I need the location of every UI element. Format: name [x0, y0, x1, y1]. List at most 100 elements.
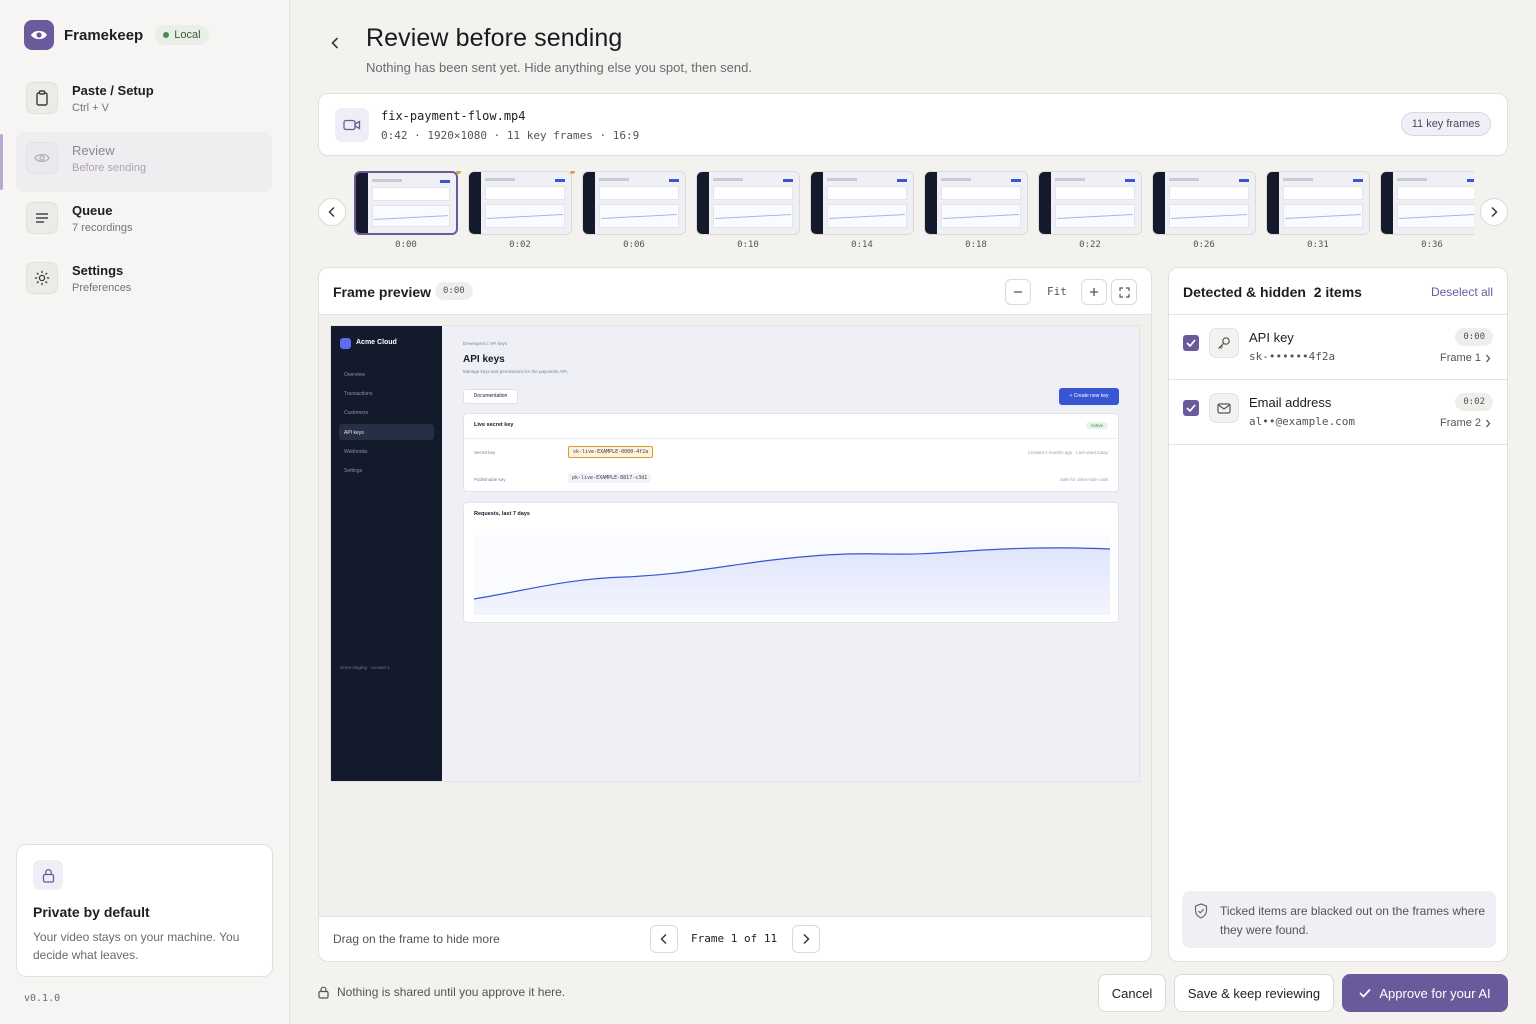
- thumbnail-part: [1011, 179, 1021, 182]
- frame-thumbnail[interactable]: [468, 171, 572, 235]
- clipboard-icon: [26, 82, 58, 114]
- sidebar-item-label: Review: [72, 143, 115, 158]
- frame-thumbnail[interactable]: [810, 171, 914, 235]
- filmstrip-frame[interactable]: 0:00: [354, 171, 461, 250]
- filmstrip-frame[interactable]: 0:18: [924, 171, 1028, 250]
- video-camera-icon: [335, 108, 369, 142]
- thumbnail-part: [1467, 179, 1474, 182]
- thumbnail-part: [1125, 179, 1135, 182]
- detected-item-checkbox[interactable]: [1183, 400, 1199, 416]
- frame-create-key-button: + Create new key: [1059, 388, 1119, 405]
- brand: Framekeep Local: [24, 20, 209, 50]
- detected-item-checkbox[interactable]: [1183, 335, 1199, 351]
- next-frame-button[interactable]: [792, 925, 820, 953]
- detected-item-frame-link[interactable]: Frame 1: [1440, 352, 1491, 364]
- thumbnail-part: [1381, 172, 1393, 234]
- frame-time-pill: 0:00: [435, 282, 473, 300]
- key-frames-badge: 11 key frames: [1400, 112, 1491, 136]
- app-version: v0.1.0: [24, 993, 61, 1004]
- frame-row-meta: Created 2 months ago · Last used today: [1027, 450, 1108, 455]
- frame-thumbnail[interactable]: [1266, 171, 1370, 235]
- redacted-secret-key[interactable]: sk-live-EXAMPLE-0000-4f2a: [568, 446, 654, 458]
- thumbnail-part: [1353, 179, 1363, 182]
- detected-item-frame-link[interactable]: Frame 2: [1440, 417, 1491, 429]
- thumbnail-part: [713, 178, 743, 181]
- approve-button[interactable]: Approve for your AI: [1342, 974, 1508, 1012]
- chevron-right-icon: [1486, 354, 1491, 362]
- filmstrip-frame[interactable]: 0:26: [1152, 171, 1256, 250]
- app-name: Framekeep: [64, 26, 144, 44]
- detected-title: Detected & hidden 2 items: [1183, 284, 1362, 300]
- frame-preview-header: Frame preview 0:00 Fit: [319, 268, 1151, 315]
- filmstrip-frame[interactable]: 0:14: [810, 171, 914, 250]
- frame-row-meta: Safe for client-side code: [1059, 477, 1108, 482]
- sidebar-item-sublabel: 7 recordings: [72, 222, 133, 234]
- zoom-out-button[interactable]: [1005, 279, 1031, 305]
- frame-app-sidebar: Acme Cloud Overview Transactions Custome…: [331, 326, 442, 781]
- private-by-default-card: Private by default Your video stays on y…: [16, 844, 273, 977]
- filmstrip-next-button[interactable]: [1480, 198, 1508, 226]
- frame-thumbnail-time: 0:02: [509, 240, 531, 250]
- sidebar-item-paste-setup[interactable]: Paste / Setup Ctrl + V: [16, 72, 272, 132]
- thumbnail-part: [783, 179, 793, 182]
- frame-thumbnail[interactable]: [696, 171, 800, 235]
- thumbnail-part: [827, 186, 907, 200]
- file-meta: 0:42 · 1920×1080 · 11 key frames · 16:9: [381, 129, 640, 142]
- filmstrip-frame[interactable]: 0:31: [1266, 171, 1370, 250]
- frame-canvas[interactable]: Acme Cloud Overview Transactions Custome…: [331, 326, 1139, 781]
- frame-thumbnail[interactable]: [582, 171, 686, 235]
- frame-thumbnail[interactable]: [924, 171, 1028, 235]
- sidebar-item-queue[interactable]: Queue 7 recordings: [16, 192, 272, 252]
- cancel-button[interactable]: Cancel: [1098, 974, 1166, 1012]
- frame-thumbnail-time: 0:22: [1079, 240, 1101, 250]
- filmstrip-frame[interactable]: 0:02: [468, 171, 575, 250]
- zoom-fit-button[interactable]: Fit: [1047, 285, 1067, 298]
- filmstrip-frame[interactable]: 0:22: [1038, 171, 1142, 250]
- thumbnail-part: [827, 178, 857, 181]
- frame-thumbnail[interactable]: [1152, 171, 1256, 235]
- frame-thumbnail-time: 0:31: [1307, 240, 1329, 250]
- redaction-note: Ticked items are blacked out on the fram…: [1182, 891, 1496, 948]
- filmstrip-prev-button[interactable]: [318, 198, 346, 226]
- private-card-title: Private by default: [33, 904, 150, 920]
- frame-nav-item: Overview: [344, 372, 365, 378]
- frame-brand: Acme Cloud: [356, 339, 397, 346]
- page-subtitle: Nothing has been sent yet. Hide anything…: [366, 60, 752, 75]
- frame-status-badge: Active: [1085, 422, 1108, 429]
- sidebar-item-sublabel: Preferences: [72, 282, 132, 294]
- thumbnail-part: [583, 172, 595, 234]
- zoom-in-button[interactable]: [1081, 279, 1107, 305]
- mail-icon: [1209, 393, 1239, 423]
- frame-thumbnail-time: 0:14: [851, 240, 873, 250]
- back-button[interactable]: [322, 30, 348, 56]
- frame-thumbnail[interactable]: [1038, 171, 1142, 235]
- frame-pager-label: Frame 1 of 11: [691, 932, 778, 945]
- frame-thumbnail[interactable]: [1380, 171, 1474, 235]
- thumbnail-part: [485, 186, 565, 200]
- save-keep-reviewing-button[interactable]: Save & keep reviewing: [1174, 974, 1334, 1012]
- deselect-all-button[interactable]: Deselect all: [1431, 285, 1493, 299]
- detected-item-time: 0:02: [1455, 393, 1493, 411]
- frame-card-title: Live secret key: [474, 422, 514, 428]
- frame-nav-item: Settings: [344, 468, 363, 474]
- prev-frame-button[interactable]: [650, 925, 678, 953]
- local-badge-label: Local: [174, 29, 201, 41]
- filmstrip-frame[interactable]: 0:06: [582, 171, 686, 250]
- detected-title-label: Detected & hidden: [1183, 284, 1306, 300]
- thumbnail-part: [372, 187, 450, 201]
- detected-item-api-key[interactable]: API key sk-••••••4f2a 0:00 Frame 1: [1169, 315, 1507, 380]
- sidebar-item-review[interactable]: Review Before sending: [0, 132, 272, 192]
- sidebar-item-settings[interactable]: Settings Preferences: [16, 252, 272, 312]
- thumbnail-part: [925, 172, 937, 234]
- frame-requests-chart: Requests, last 7 days: [463, 502, 1119, 623]
- thumbnail-part: [1039, 172, 1051, 234]
- fullscreen-button[interactable]: [1111, 279, 1137, 305]
- detected-item-email[interactable]: Email address al••@example.com 0:02 Fram…: [1169, 380, 1507, 445]
- footer-note: Nothing is shared until you approve it h…: [318, 985, 565, 999]
- filmstrip-frame[interactable]: 0:36: [1380, 171, 1474, 250]
- frame-row-label: Publishable key: [474, 477, 506, 482]
- local-badge: Local: [155, 25, 209, 45]
- frame-preview-title: Frame preview: [333, 284, 432, 300]
- frame-thumbnail[interactable]: [354, 171, 458, 235]
- filmstrip-frame[interactable]: 0:10: [696, 171, 800, 250]
